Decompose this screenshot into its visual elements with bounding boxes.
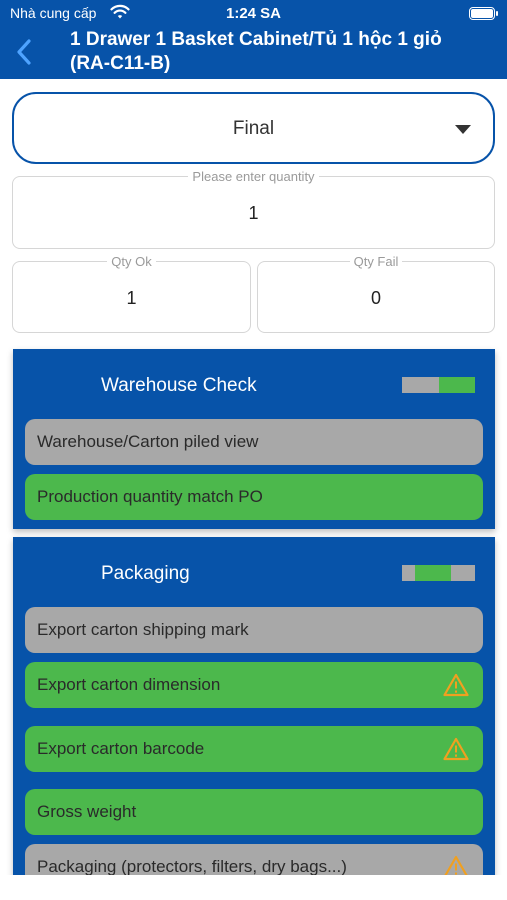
qty-fail-label: Qty Fail [349,254,403,269]
qty-ok-label: Qty Ok [107,254,156,269]
back-chevron-icon[interactable] [14,38,36,66]
checklist-item[interactable]: Export carton barcode [25,726,483,772]
section-warehouse-check: Warehouse Check Warehouse/Carton piled v… [13,349,495,529]
section-status-toggle[interactable] [402,377,475,393]
page-title-line1: 1 Drawer 1 Basket Cabinet/Tủ 1 hộc 1 giỏ [70,29,442,50]
quantity-value: 1 [248,203,259,223]
checklist-item[interactable]: Gross weight [25,789,483,835]
checklist-item-label: Production quantity match PO [37,487,263,506]
checklist-item-label: Warehouse/Carton piled view [37,432,259,451]
section-title: Warehouse Check [101,375,257,396]
qty-ok-field[interactable]: Qty Ok 1 [12,254,251,333]
warning-icon[interactable] [443,673,469,697]
quantity-field[interactable]: Please enter quantity 1 [12,169,495,249]
checklist-item-label: Gross weight [37,802,137,821]
bottom-safe-area [0,875,507,900]
inspection-stage-dropdown[interactable]: Final [12,92,495,164]
battery-icon [469,7,498,20]
section-title: Packaging [101,563,190,584]
checklist-item-label: Export carton dimension [37,675,221,694]
checklist-item[interactable]: Production quantity match PO [25,474,483,520]
caret-down-icon [455,125,471,134]
status-bar: Nhà cung cấp 1:24 SA [0,0,507,28]
quantity-label: Please enter quantity [188,169,319,184]
page-title-line2: (RA-C11-B) [70,53,171,74]
qty-fail-value: 0 [370,288,381,308]
warning-icon[interactable] [443,737,469,761]
app-header: Nhà cung cấp 1:24 SA 1 Drawer 1 Basket C… [0,0,507,79]
checklist-item-label: Export carton shipping mark [37,620,249,639]
checklist-item[interactable]: Warehouse/Carton piled view [25,419,483,465]
section-status-toggle[interactable] [402,565,475,581]
qty-fail-field[interactable]: Qty Fail 0 [257,254,495,333]
qty-ok-value: 1 [126,288,137,308]
page-title: 1 Drawer 1 Basket Cabinet/Tủ 1 hộc 1 giỏ… [70,28,500,76]
stage-value: Final [232,118,275,139]
checklist-item[interactable]: Export carton shipping mark [25,607,483,653]
checklist-item-label: Packaging (protectors, filters, dry bags… [37,857,347,876]
checklist-item[interactable]: Export carton dimension [25,662,483,708]
status-time: 1:24 SA [225,5,282,22]
checklist-item-label: Export carton barcode [37,739,205,758]
section-packaging: Packaging Export carton shipping mark Ex… [13,537,495,900]
